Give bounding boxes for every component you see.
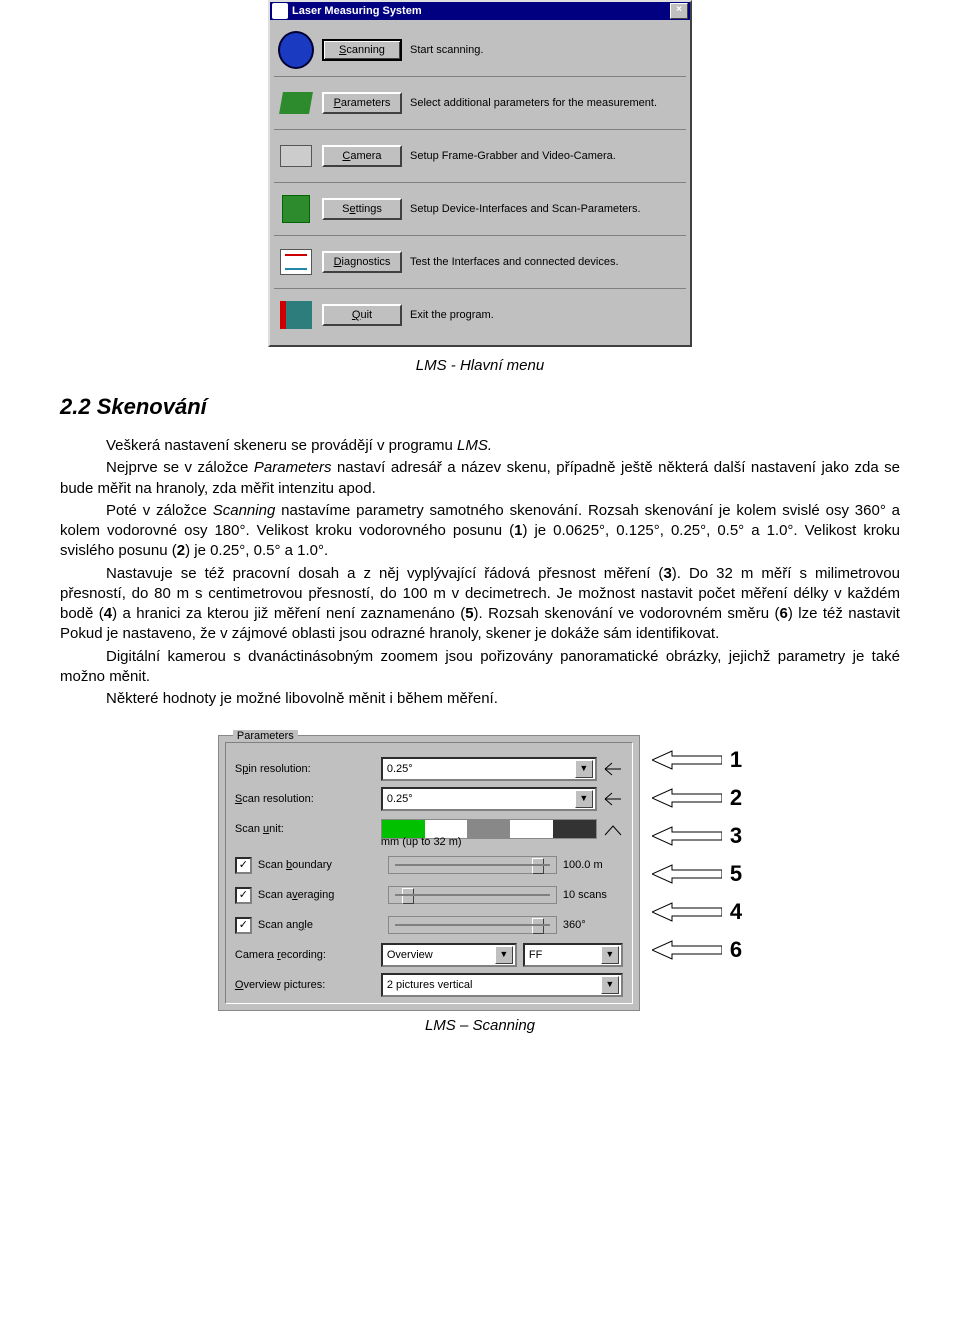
scan-boundary-checkbox[interactable]: ✓ xyxy=(235,857,252,874)
callout-2: 2 xyxy=(730,785,742,811)
chevron-down-icon[interactable]: ▼ xyxy=(575,760,593,778)
scan-boundary-value: 100.0 m xyxy=(563,859,623,871)
paragraph-3: Poté v záložce Scanning nastavíme parame… xyxy=(60,501,900,562)
settings-icon xyxy=(278,191,314,227)
scan-averaging-value: 10 scans xyxy=(563,889,623,901)
scan-boundary-slider[interactable] xyxy=(388,856,557,874)
chevron-down-icon[interactable]: ▼ xyxy=(601,976,619,994)
paragraph-5: Digitální kamerou s dvanáctinásobným zoo… xyxy=(60,647,900,688)
paragraph-4: Nastavuje se též pracovní dosah a z něj … xyxy=(60,564,900,645)
row-quit: Quit Exit the program. xyxy=(274,289,686,341)
diagnostics-icon xyxy=(278,244,314,280)
settings-desc: Setup Device-Interfaces and Scan-Paramet… xyxy=(410,203,682,215)
row-scanning: Scanning Start scanning. xyxy=(274,24,686,77)
diagnostics-desc: Test the Interfaces and connected device… xyxy=(410,256,682,268)
groupbox-label: Parameters xyxy=(233,730,298,742)
row-scan-averaging: ✓ Scan averaging 10 scans xyxy=(229,880,629,910)
spin-resolution-value: 0.25° xyxy=(387,763,413,775)
row-spin-resolution: Spin resolution: 0.25° ▼ xyxy=(229,754,629,784)
dialog-titlebar[interactable]: Laser Measuring System × xyxy=(270,2,690,20)
row-scan-boundary: ✓ Scan boundary 100.0 m xyxy=(229,850,629,880)
chevron-down-icon[interactable]: ▼ xyxy=(601,946,619,964)
arrow-left-icon xyxy=(652,863,722,885)
camera-button[interactable]: Camera xyxy=(322,145,402,167)
scanning-desc: Start scanning. xyxy=(410,44,682,56)
row-camera: Camera Setup Frame-Grabber and Video-Cam… xyxy=(274,130,686,183)
settings-button[interactable]: Settings xyxy=(322,198,402,220)
chevron-down-icon[interactable]: ▼ xyxy=(575,790,593,808)
quit-desc: Exit the program. xyxy=(410,309,682,321)
camera-recording-combo[interactable]: Overview ▼ xyxy=(381,943,517,967)
paragraph-2: Nejprve se v záložce Parameters nastaví … xyxy=(60,458,900,499)
board-icon xyxy=(278,85,314,121)
scan-angle-checkbox[interactable]: ✓ xyxy=(235,917,252,934)
caption-scanning: LMS – Scanning xyxy=(60,1017,900,1034)
scan-averaging-slider[interactable] xyxy=(388,886,557,904)
arrow-left-icon xyxy=(652,787,722,809)
row-parameters: Parameters Select additional parameters … xyxy=(274,77,686,130)
callout-6: 6 xyxy=(730,937,742,963)
scan-angle-slider[interactable] xyxy=(388,916,557,934)
callout-5: 5 xyxy=(730,861,742,887)
diagnostics-button[interactable]: Diagnostics xyxy=(322,251,402,273)
arrow-left-icon xyxy=(652,749,722,771)
quit-icon xyxy=(278,297,314,333)
unit-arrow-icon xyxy=(603,821,623,837)
arrow-left-icon xyxy=(652,939,722,961)
row-scan-resolution: Scan resolution: 0.25° ▼ xyxy=(229,784,629,814)
parameters-button[interactable]: Parameters xyxy=(322,92,402,114)
paragraph-6: Některé hodnoty je možné libovolně měnit… xyxy=(60,689,900,709)
dialog-title: Laser Measuring System xyxy=(292,5,422,17)
overview-pictures-combo[interactable]: 2 pictures vertical ▼ xyxy=(381,973,623,997)
range-icon xyxy=(603,761,623,777)
section-heading: 2.2 Skenování xyxy=(60,394,900,420)
scan-angle-value: 360° xyxy=(563,919,623,931)
lms-main-dialog: Laser Measuring System × Scanning Start … xyxy=(268,0,692,347)
spin-resolution-combo[interactable]: 0.25° ▼ xyxy=(381,757,597,781)
callout-arrows: 1 2 3 5 4 6 xyxy=(652,735,742,965)
close-icon[interactable]: × xyxy=(670,3,688,19)
camera-recording-value: Overview xyxy=(387,949,433,961)
row-camera-recording: Camera recording: Overview ▼ FF ▼ xyxy=(229,940,629,970)
camera-icon xyxy=(278,138,314,174)
clock-icon xyxy=(278,32,314,68)
callout-1: 1 xyxy=(730,747,742,773)
row-scan-angle: ✓ Scan angle 360° xyxy=(229,910,629,940)
callout-4: 4 xyxy=(730,899,742,925)
chevron-down-icon[interactable]: ▼ xyxy=(495,946,513,964)
quit-button[interactable]: Quit xyxy=(322,304,402,326)
parameters-panel: Parameters Spin resolution: 0.25° ▼ Scan… xyxy=(218,735,640,1011)
ff-combo[interactable]: FF ▼ xyxy=(523,943,623,967)
row-diagnostics: Diagnostics Test the Interfaces and conn… xyxy=(274,236,686,289)
row-overview-pictures: Overview pictures: 2 pictures vertical ▼ xyxy=(229,970,629,1000)
scan-averaging-checkbox[interactable]: ✓ xyxy=(235,887,252,904)
scan-resolution-value: 0.25° xyxy=(387,793,413,805)
range-icon xyxy=(603,791,623,807)
paragraph-1: Veškerá nastavení skeneru se provádějí v… xyxy=(60,436,900,456)
callout-3: 3 xyxy=(730,823,742,849)
app-icon xyxy=(272,3,288,19)
row-settings: Settings Setup Device-Interfaces and Sca… xyxy=(274,183,686,236)
overview-pictures-value: 2 pictures vertical xyxy=(387,979,473,991)
arrow-left-icon xyxy=(652,901,722,923)
camera-desc: Setup Frame-Grabber and Video-Camera. xyxy=(410,150,682,162)
caption-main: LMS - Hlavní menu xyxy=(60,357,900,374)
ff-value: FF xyxy=(529,949,542,961)
parameters-desc: Select additional parameters for the mea… xyxy=(410,97,682,109)
scanning-button[interactable]: Scanning xyxy=(322,39,402,61)
scan-resolution-combo[interactable]: 0.25° ▼ xyxy=(381,787,597,811)
scan-unit-value: mm (up to 32 m) xyxy=(381,836,462,848)
arrow-left-icon xyxy=(652,825,722,847)
